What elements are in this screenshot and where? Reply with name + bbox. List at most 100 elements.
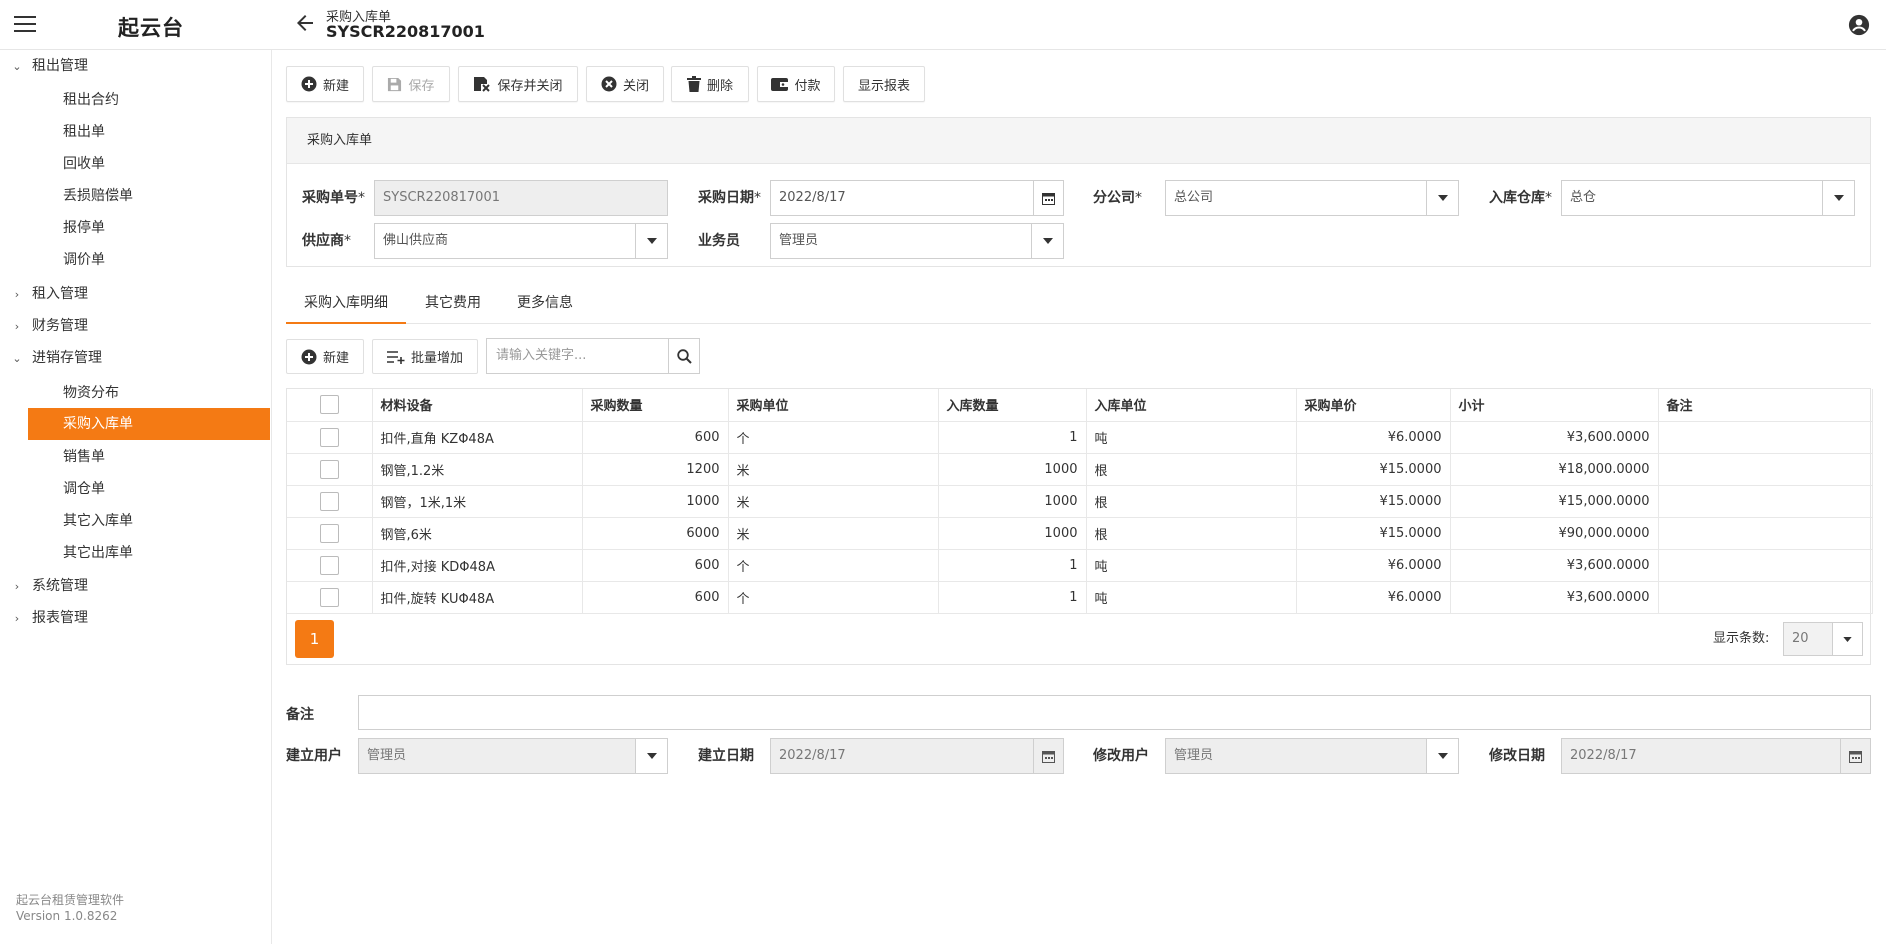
chevron-down-icon[interactable] [1832, 623, 1862, 655]
sidebar-item-recovery-order[interactable]: 回收单 [28, 148, 270, 180]
row-checkbox[interactable] [319, 555, 339, 575]
remark-cell[interactable] [1658, 485, 1873, 518]
inbound-unit-cell[interactable]: 根 [1086, 453, 1297, 486]
row-checkbox[interactable] [319, 459, 339, 479]
material-cell[interactable]: 钢管，1米,1米 [372, 485, 583, 518]
calendar-icon[interactable] [1033, 181, 1063, 215]
sidebar-item-rent-out-order[interactable]: 租出单 [28, 116, 270, 148]
row-checkbox[interactable] [319, 523, 339, 543]
inbound-qty-cell[interactable]: 1000 [938, 517, 1087, 550]
remark-cell[interactable] [1658, 421, 1873, 454]
purchase-unit-cell[interactable]: 米 [728, 517, 939, 550]
purchase-unit-cell[interactable]: 个 [728, 549, 939, 582]
column-header[interactable]: 采购单位 [728, 389, 939, 422]
purchase-unit-cell[interactable]: 个 [728, 421, 939, 454]
purchase-qty-cell[interactable]: 1200 [582, 453, 729, 486]
column-header[interactable]: 入库单位 [1086, 389, 1297, 422]
column-header[interactable]: 小计 [1450, 389, 1659, 422]
inbound-qty-cell[interactable]: 1000 [938, 485, 1087, 518]
column-header[interactable]: 材料设备 [372, 389, 583, 422]
sidebar-item-warehouse-transfer[interactable]: 调仓单 [28, 473, 270, 505]
sidebar-item-rent-out-contract[interactable]: 租出合约 [28, 84, 270, 116]
sidebar-item-loss-compensation[interactable]: 丢损赔偿单 [28, 180, 270, 212]
sidebar-item-sales-order[interactable]: 销售单 [28, 441, 270, 473]
menu-icon[interactable] [14, 16, 36, 34]
unit-price-cell[interactable]: ¥6.0000 [1296, 549, 1451, 582]
unit-price-cell[interactable]: ¥6.0000 [1296, 581, 1451, 614]
purchase-qty-cell[interactable]: 600 [582, 581, 729, 614]
tab-more-info[interactable]: 更多信息 [500, 288, 590, 324]
inbound-unit-cell[interactable]: 根 [1086, 517, 1297, 550]
sidebar-group-reports[interactable]: › 报表管理 [10, 606, 88, 630]
save-button[interactable]: 保存 [372, 66, 450, 102]
salesman-select[interactable]: 管理员 [770, 223, 1064, 259]
chevron-down-icon[interactable] [1031, 224, 1063, 258]
inbound-qty-cell[interactable]: 1 [938, 581, 1087, 614]
table-row[interactable]: 扣件,对接 KDΦ48A 600 个 1 吨 ¥6.0000 ¥3,600.00… [287, 549, 1873, 582]
table-row[interactable]: 钢管，1米,1米 1000 米 1000 根 ¥15.0000 ¥15,000.… [287, 485, 1873, 518]
material-cell[interactable]: 钢管,6米 [372, 517, 583, 550]
sidebar-group-rent-in[interactable]: › 租入管理 [10, 282, 88, 306]
sidebar-item-price-adjust[interactable]: 调价单 [28, 244, 270, 276]
table-row[interactable]: 扣件,直角 KZΦ48A 600 个 1 吨 ¥6.0000 ¥3,600.00… [287, 421, 1873, 454]
row-checkbox[interactable] [319, 427, 339, 447]
save-and-close-button[interactable]: 保存并关闭 [458, 66, 578, 102]
inbound-qty-cell[interactable]: 1 [938, 421, 1087, 454]
remark-cell[interactable] [1658, 453, 1873, 486]
sidebar-item-other-outbound[interactable]: 其它出库单 [28, 537, 270, 569]
remark-cell[interactable] [1658, 581, 1873, 614]
branch-select[interactable]: 总公司 [1165, 180, 1459, 216]
purchase-qty-cell[interactable]: 1000 [582, 485, 729, 518]
tab-purchase-details[interactable]: 采购入库明细 [286, 288, 406, 324]
column-header[interactable]: 备注 [1658, 389, 1873, 422]
batch-add-button[interactable]: 批量增加 [372, 339, 478, 374]
search-button[interactable] [668, 338, 700, 374]
tab-other-fees[interactable]: 其它费用 [406, 288, 500, 324]
inbound-unit-cell[interactable]: 吨 [1086, 549, 1297, 582]
sidebar-group-finance[interactable]: › 财务管理 [10, 314, 88, 338]
table-row[interactable]: 钢管,6米 6000 米 1000 根 ¥15.0000 ¥90,000.000… [287, 517, 1873, 550]
search-input[interactable]: 请输入关键字... [486, 338, 669, 374]
inbound-qty-cell[interactable]: 1 [938, 549, 1087, 582]
new-button[interactable]: 新建 [286, 66, 364, 102]
purchase-qty-cell[interactable]: 600 [582, 421, 729, 454]
remark-cell[interactable] [1658, 517, 1873, 550]
material-cell[interactable]: 扣件,旋转 KUΦ48A [372, 581, 583, 614]
sidebar-group-system[interactable]: › 系统管理 [10, 574, 88, 598]
inbound-unit-cell[interactable]: 吨 [1086, 421, 1297, 454]
purchase-qty-cell[interactable]: 6000 [582, 517, 729, 550]
close-button[interactable]: 关闭 [586, 66, 664, 102]
pay-button[interactable]: 付款 [757, 66, 835, 102]
purchase-unit-cell[interactable]: 个 [728, 581, 939, 614]
chevron-down-icon[interactable] [635, 224, 667, 258]
table-row[interactable]: 钢管,1.2米 1200 米 1000 根 ¥15.0000 ¥18,000.0… [287, 453, 1873, 486]
purchase-unit-cell[interactable]: 米 [728, 485, 939, 518]
order-date-field[interactable]: 2022/8/17 [770, 180, 1064, 216]
detail-new-button[interactable]: 新建 [286, 339, 364, 374]
remark-cell[interactable] [1658, 549, 1873, 582]
sidebar-group-rent-out[interactable]: ⌄ 租出管理 [10, 54, 88, 78]
table-row[interactable]: 扣件,旋转 KUΦ48A 600 个 1 吨 ¥6.0000 ¥3,600.00… [287, 581, 1873, 614]
sidebar-item-other-inbound[interactable]: 其它入库单 [28, 505, 270, 537]
purchase-unit-cell[interactable]: 米 [728, 453, 939, 486]
delete-button[interactable]: 删除 [671, 66, 749, 102]
column-header[interactable]: 入库数量 [938, 389, 1087, 422]
select-all-checkbox[interactable] [319, 395, 339, 415]
inbound-unit-cell[interactable]: 根 [1086, 485, 1297, 518]
material-cell[interactable]: 钢管,1.2米 [372, 453, 583, 486]
warehouse-select[interactable]: 总仓 [1561, 180, 1855, 216]
page-size-select[interactable]: 20 [1783, 622, 1863, 656]
material-cell[interactable]: 扣件,直角 KZΦ48A [372, 421, 583, 454]
inbound-unit-cell[interactable]: 吨 [1086, 581, 1297, 614]
user-account-icon[interactable] [1848, 14, 1870, 36]
chevron-down-icon[interactable] [1426, 181, 1458, 215]
row-checkbox[interactable] [319, 587, 339, 607]
sidebar-group-inventory[interactable]: ⌄ 进销存管理 [10, 346, 102, 370]
show-report-button[interactable]: 显示报表 [843, 66, 925, 102]
sidebar-item-material-distribution[interactable]: 物资分布 [28, 377, 270, 409]
chevron-down-icon[interactable] [1822, 181, 1854, 215]
material-cell[interactable]: 扣件,对接 KDΦ48A [372, 549, 583, 582]
column-header[interactable]: 采购数量 [582, 389, 729, 422]
unit-price-cell[interactable]: ¥15.0000 [1296, 485, 1451, 518]
inbound-qty-cell[interactable]: 1000 [938, 453, 1087, 486]
